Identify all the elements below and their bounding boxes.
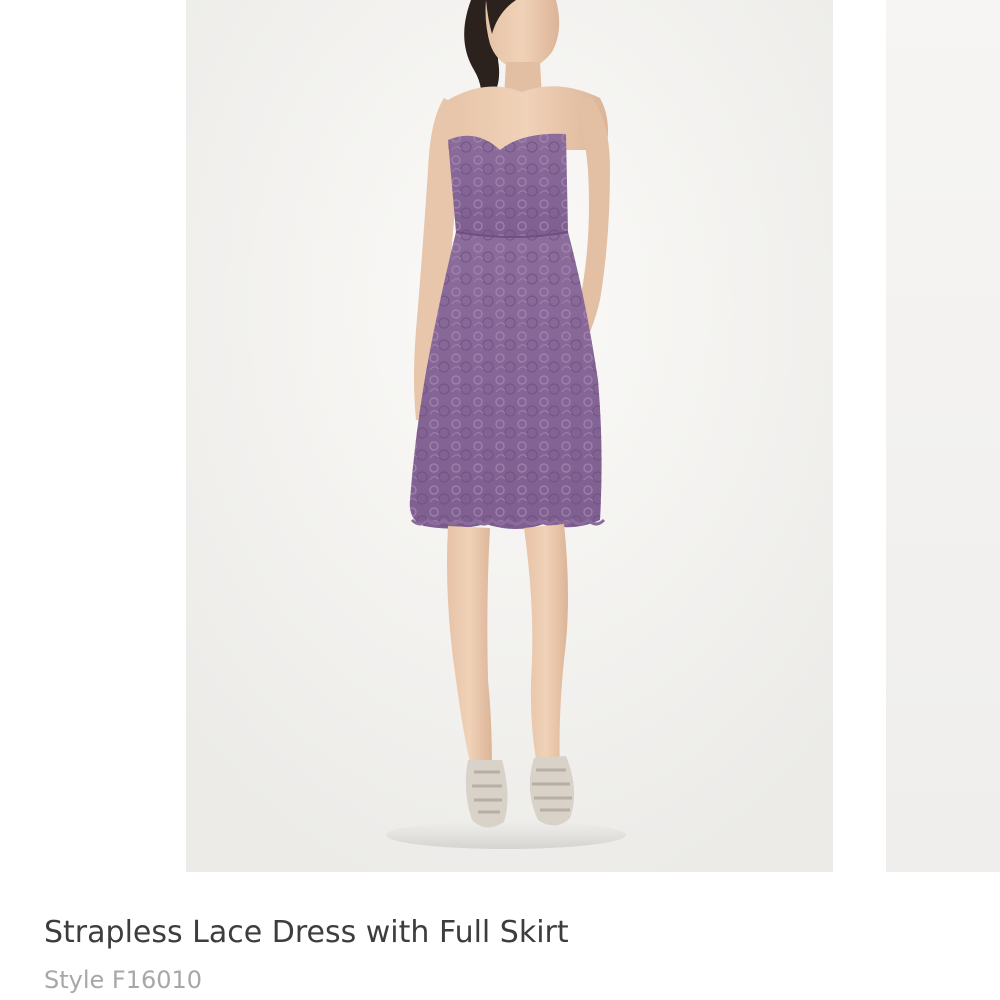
next-product-image-peek[interactable]	[886, 0, 1000, 872]
product-photo	[186, 0, 833, 872]
product-image-slide[interactable]	[186, 0, 833, 872]
product-title[interactable]: Strapless Lace Dress with Full Skirt	[44, 905, 944, 961]
product-style-number: Style F16010	[44, 966, 203, 994]
product-image-carousel[interactable]	[0, 0, 1000, 872]
product-info: Strapless Lace Dress with Full Skirt Sty…	[44, 905, 944, 999]
product-page: Strapless Lace Dress with Full Skirt Sty…	[0, 0, 1000, 1000]
